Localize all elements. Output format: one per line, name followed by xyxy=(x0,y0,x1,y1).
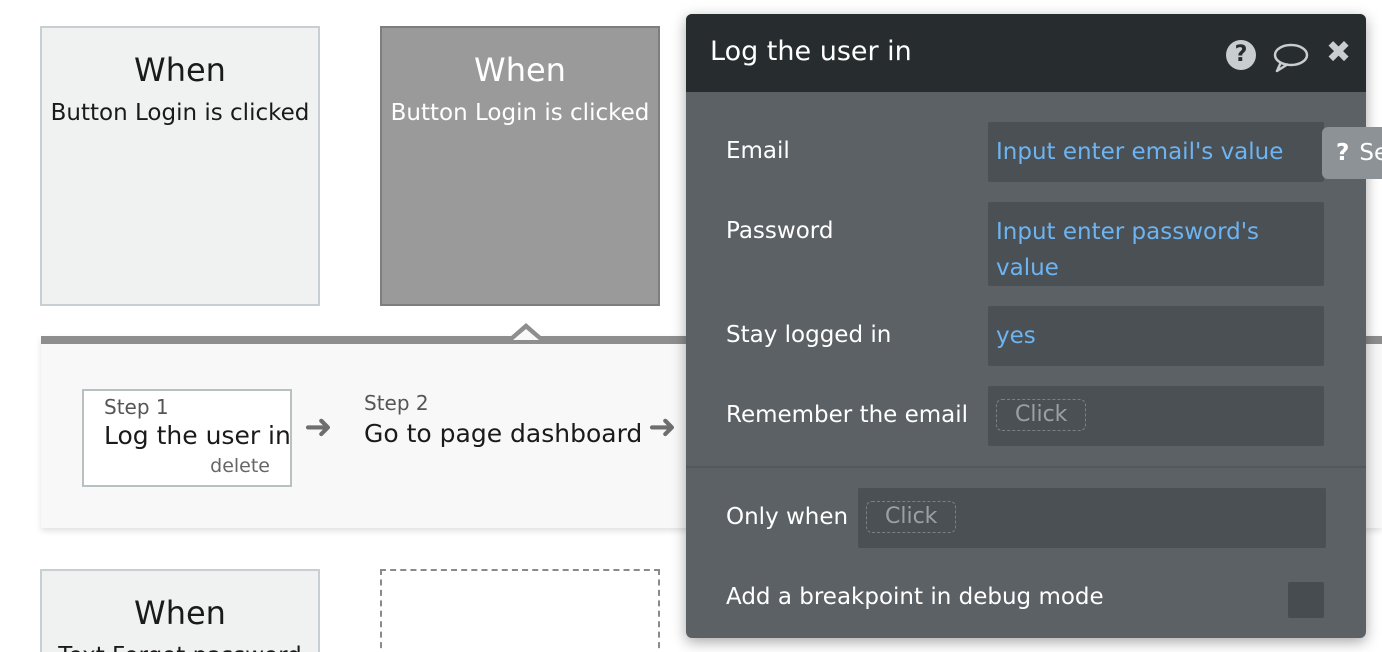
comment-icon-svg xyxy=(1273,43,1309,73)
event-when-label: When xyxy=(474,51,566,89)
email-field[interactable]: Input enter email's value xyxy=(988,122,1324,182)
panel-title: Log the user in xyxy=(710,36,912,67)
step-title: Go to page dashboard xyxy=(364,419,643,448)
steps-pointer-fill xyxy=(513,329,539,340)
delete-step-link[interactable]: delete xyxy=(210,455,270,477)
new-event-placeholder[interactable] xyxy=(380,569,660,652)
only-when-label: Only when xyxy=(726,504,849,530)
event-when-label: When xyxy=(134,51,226,89)
click-placeholder[interactable]: Click xyxy=(996,399,1087,431)
breakpoint-checkbox[interactable] xyxy=(1288,582,1324,618)
click-placeholder[interactable]: Click xyxy=(866,501,957,533)
email-label: Email xyxy=(726,138,790,164)
close-icon[interactable]: ✖ xyxy=(1326,36,1351,70)
step-number: Step 1 xyxy=(104,395,169,419)
comment-icon[interactable] xyxy=(1272,42,1310,78)
reference-question-icon: ? xyxy=(1336,140,1350,166)
stay-logged-in-value: yes xyxy=(996,323,1036,349)
step-title: Log the user in xyxy=(104,421,291,450)
only-when-field[interactable]: Click xyxy=(858,488,1326,548)
event-description: Text Forgot password xyxy=(42,641,318,652)
event-description: Button Login is clicked xyxy=(390,100,650,126)
event-card[interactable]: When Text Forgot password xyxy=(40,569,320,652)
arrow-right-icon: ➜ xyxy=(648,407,677,447)
event-card-selected[interactable]: When Button Login is clicked xyxy=(380,26,660,306)
panel-header: Log the user in ? ✖ xyxy=(686,14,1366,92)
action-properties-panel: Log the user in ? ✖ Email Input enter em… xyxy=(686,14,1366,638)
event-card[interactable]: When Button Login is clicked xyxy=(40,26,320,306)
arrow-right-icon: ➜ xyxy=(304,407,333,447)
step-card-selected[interactable]: Step 1 Log the user in delete xyxy=(82,389,292,487)
panel-divider xyxy=(686,466,1366,468)
event-description: Button Login is clicked xyxy=(50,100,310,126)
stay-logged-in-label: Stay logged in xyxy=(726,322,892,348)
password-value: Input enter password's value xyxy=(996,219,1260,281)
reference-label: See reference xyxy=(1359,140,1382,166)
password-field[interactable]: Input enter password's value xyxy=(988,202,1324,286)
email-value: Input enter email's value xyxy=(996,139,1284,165)
step-number: Step 2 xyxy=(364,391,429,415)
event-when-label: When xyxy=(134,594,226,632)
see-reference-tab[interactable]: ? See reference xyxy=(1322,127,1382,179)
breakpoint-label: Add a breakpoint in debug mode xyxy=(726,584,1104,610)
step-card[interactable]: Step 2 Go to page dashboard xyxy=(364,391,642,448)
stay-logged-in-field[interactable]: yes xyxy=(988,306,1324,366)
remember-email-field[interactable]: Click xyxy=(988,386,1324,446)
password-label: Password xyxy=(726,218,834,244)
help-icon[interactable]: ? xyxy=(1226,40,1256,70)
remember-email-label: Remember the email xyxy=(726,402,969,428)
